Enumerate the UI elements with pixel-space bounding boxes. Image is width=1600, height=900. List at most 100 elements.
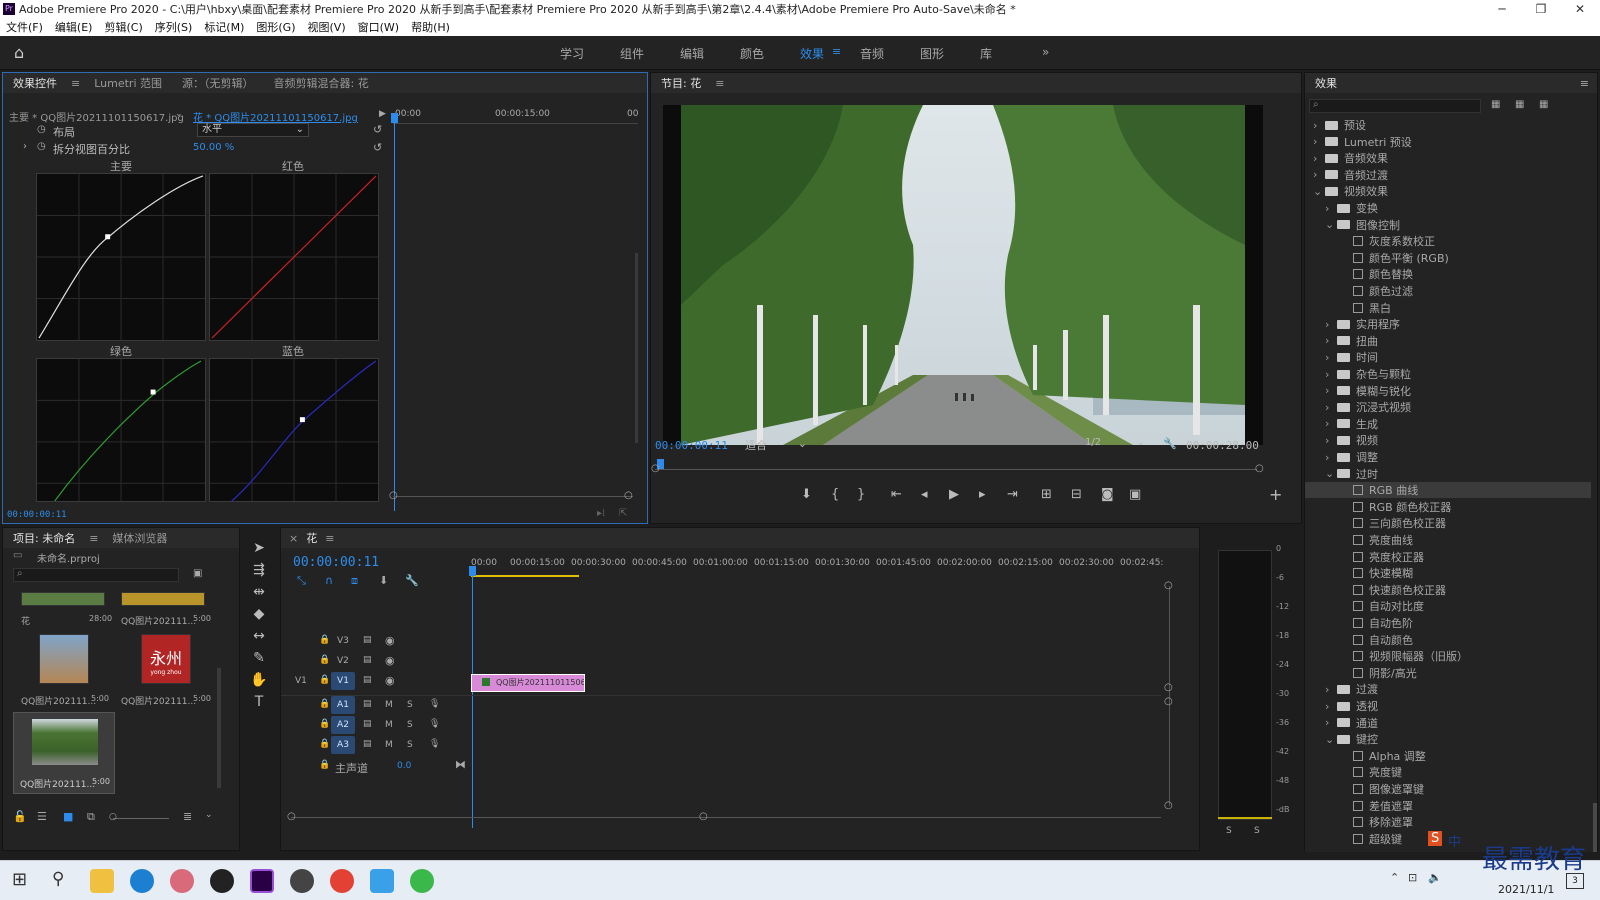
effect-item[interactable]: 亮度键 bbox=[1305, 764, 1591, 780]
pen-icon[interactable]: ✎ bbox=[246, 650, 272, 666]
effect-item[interactable]: 快速模糊 bbox=[1305, 565, 1591, 581]
blue-curve-graph[interactable] bbox=[209, 358, 379, 502]
effect-item[interactable]: 自动颜色 bbox=[1305, 632, 1591, 648]
menu-help[interactable]: 帮助(H) bbox=[405, 19, 456, 35]
scroll-handle-icon[interactable]: ○ bbox=[699, 811, 708, 822]
eye-icon[interactable]: ◉ bbox=[385, 674, 395, 687]
lock-icon[interactable]: 🔒 bbox=[319, 635, 330, 645]
mute-icon[interactable]: M bbox=[385, 720, 393, 730]
effects-folder[interactable]: › 调整 bbox=[1305, 449, 1591, 465]
effects-folder[interactable]: › 时间 bbox=[1305, 349, 1591, 365]
wechat-icon[interactable] bbox=[410, 869, 434, 893]
effects-folder[interactable]: › 音频效果 bbox=[1305, 150, 1591, 166]
go-to-end-icon[interactable]: ⧓ bbox=[455, 758, 466, 771]
file-explorer-icon[interactable] bbox=[90, 869, 114, 893]
edge-browser-icon[interactable] bbox=[130, 869, 154, 893]
play-icon[interactable]: ▶ bbox=[949, 487, 959, 502]
tab-menu-icon[interactable]: ≡ bbox=[85, 532, 102, 545]
home-icon[interactable]: ⌂ bbox=[14, 43, 24, 62]
red-curve-graph[interactable] bbox=[209, 173, 379, 341]
effect-item[interactable]: 自动对比度 bbox=[1305, 598, 1591, 614]
effects-folder[interactable]: › 音频过渡 bbox=[1305, 167, 1591, 183]
chevron-right-icon[interactable]: › bbox=[1313, 168, 1325, 181]
slip-icon[interactable]: ↔ bbox=[246, 628, 272, 644]
thumbnail-image[interactable] bbox=[121, 592, 205, 606]
workspace-libraries[interactable]: 库 bbox=[980, 45, 992, 62]
filter-icon[interactable]: ▸⁞ bbox=[597, 508, 605, 519]
effect-item[interactable]: Alpha 调整 bbox=[1305, 748, 1591, 764]
layout-dropdown[interactable]: 水平 ⌄ bbox=[197, 123, 309, 137]
camera-icon[interactable]: ◙ bbox=[1101, 487, 1114, 502]
effects-search-input[interactable]: ⌕ bbox=[1309, 99, 1481, 113]
effect-item[interactable]: 移除遮罩 bbox=[1305, 814, 1591, 830]
track-label[interactable]: A3 bbox=[331, 736, 355, 754]
taskbar-date[interactable]: 2021/11/1 bbox=[1498, 883, 1554, 896]
chevron-right-icon[interactable]: › bbox=[1325, 368, 1337, 381]
slider-handle-icon[interactable]: ○ bbox=[109, 812, 117, 822]
sequence-clip-label[interactable]: 花 * QQ图片20211101150617.jpg bbox=[193, 109, 358, 124]
scroll-handle-icon[interactable]: ○ bbox=[287, 811, 296, 822]
mic-icon[interactable]: 🎙 bbox=[429, 719, 440, 729]
thumbnail-yongzhou[interactable]: 永州 yong zhou bbox=[141, 634, 191, 684]
fit-dropdown[interactable]: 适合 ⌄ bbox=[745, 437, 807, 452]
selection-tool-icon[interactable]: ➤ bbox=[246, 540, 272, 556]
scrub-bar[interactable] bbox=[655, 469, 1257, 470]
step-forward-icon[interactable]: ▸ bbox=[979, 487, 986, 502]
effects-folder[interactable]: › 预设 bbox=[1305, 117, 1591, 133]
effect-item[interactable]: 图像遮罩键 bbox=[1305, 781, 1591, 797]
workspace-assembly[interactable]: 组件 bbox=[620, 45, 644, 62]
film-icon[interactable]: ▤ bbox=[363, 655, 372, 665]
track-label[interactable]: A2 bbox=[331, 716, 355, 734]
minimize-button[interactable]: ─ bbox=[1484, 0, 1520, 18]
source-patch-label[interactable]: V1 bbox=[295, 676, 307, 686]
close-tab-icon[interactable]: × bbox=[281, 532, 302, 545]
tab-media-browser[interactable]: 媒体浏览器 bbox=[102, 530, 177, 546]
effect-item[interactable]: 差值遮罩 bbox=[1305, 798, 1591, 814]
add-marker-icon[interactable]: ⬇ bbox=[801, 487, 812, 502]
project-search-input[interactable]: ⌕ bbox=[13, 568, 179, 582]
effect-item[interactable]: 颜色替换 bbox=[1305, 266, 1591, 282]
project-scrollbar[interactable] bbox=[217, 668, 221, 788]
effects-folder[interactable]: › 通道 bbox=[1305, 715, 1591, 731]
workspace-learn[interactable]: 学习 bbox=[560, 45, 584, 62]
sequence-tab[interactable]: 花 bbox=[302, 530, 321, 546]
playhead-line[interactable] bbox=[394, 113, 395, 511]
film-icon[interactable]: ▤ bbox=[363, 739, 372, 749]
scroll-handle-icon[interactable]: ○ bbox=[1164, 800, 1173, 811]
menu-view[interactable]: 视图(V) bbox=[302, 19, 352, 35]
thumbnail-flower[interactable] bbox=[21, 592, 105, 606]
video-frame[interactable] bbox=[663, 105, 1263, 445]
effect-item[interactable]: 灰度系数校正 bbox=[1305, 233, 1591, 249]
volume-icon[interactable]: 🔈 bbox=[1428, 871, 1442, 884]
scroll-handle-icon[interactable]: ○ bbox=[1255, 463, 1264, 474]
chevron-right-icon[interactable]: › bbox=[1325, 318, 1337, 331]
chevron-right-icon[interactable]: › bbox=[1325, 683, 1337, 696]
list-view-icon[interactable]: ☰ bbox=[37, 810, 47, 823]
app-icon[interactable] bbox=[170, 869, 194, 893]
effect-item[interactable]: RGB 曲线 bbox=[1305, 482, 1591, 499]
mark-out-icon[interactable]: } bbox=[857, 487, 865, 502]
effect-item[interactable]: 视频限幅器（旧版） bbox=[1305, 648, 1591, 664]
premiere-taskbar-icon[interactable] bbox=[250, 869, 274, 893]
effects-folder[interactable]: ⌄ 过时 bbox=[1305, 466, 1591, 482]
solo-icon[interactable]: S bbox=[407, 700, 413, 710]
mute-icon[interactable]: M bbox=[385, 700, 393, 710]
chevron-right-icon[interactable]: › bbox=[1313, 119, 1325, 132]
lock-icon[interactable]: 🔒 bbox=[319, 655, 330, 665]
lock-icon[interactable]: 🔒 bbox=[319, 719, 330, 729]
workspace-menu-icon[interactable]: ≡ bbox=[832, 45, 841, 58]
wrench-icon[interactable]: 🔧 bbox=[1163, 437, 1177, 450]
stopwatch-icon[interactable]: ◷ bbox=[37, 141, 46, 152]
tab-menu-icon[interactable]: ≡ bbox=[67, 77, 84, 90]
effects-folder[interactable]: › 视频 bbox=[1305, 432, 1591, 448]
tab-source[interactable]: 源：（无剪辑） bbox=[172, 75, 264, 91]
sort-icon[interactable]: ≣ bbox=[183, 810, 192, 823]
go-to-out-icon[interactable]: ⇥ bbox=[1007, 487, 1018, 502]
chevron-down-icon[interactable]: ⌄ bbox=[1313, 185, 1325, 198]
mic-icon[interactable]: 🎙 bbox=[429, 739, 440, 749]
razor-icon[interactable]: ◆ bbox=[246, 606, 272, 622]
chevron-right-icon[interactable]: › bbox=[1325, 384, 1337, 397]
lock-icon[interactable]: 🔒 bbox=[319, 675, 330, 685]
lock-icon[interactable]: 🔒 bbox=[319, 699, 330, 709]
export-icon[interactable]: ⇱ bbox=[619, 508, 627, 519]
